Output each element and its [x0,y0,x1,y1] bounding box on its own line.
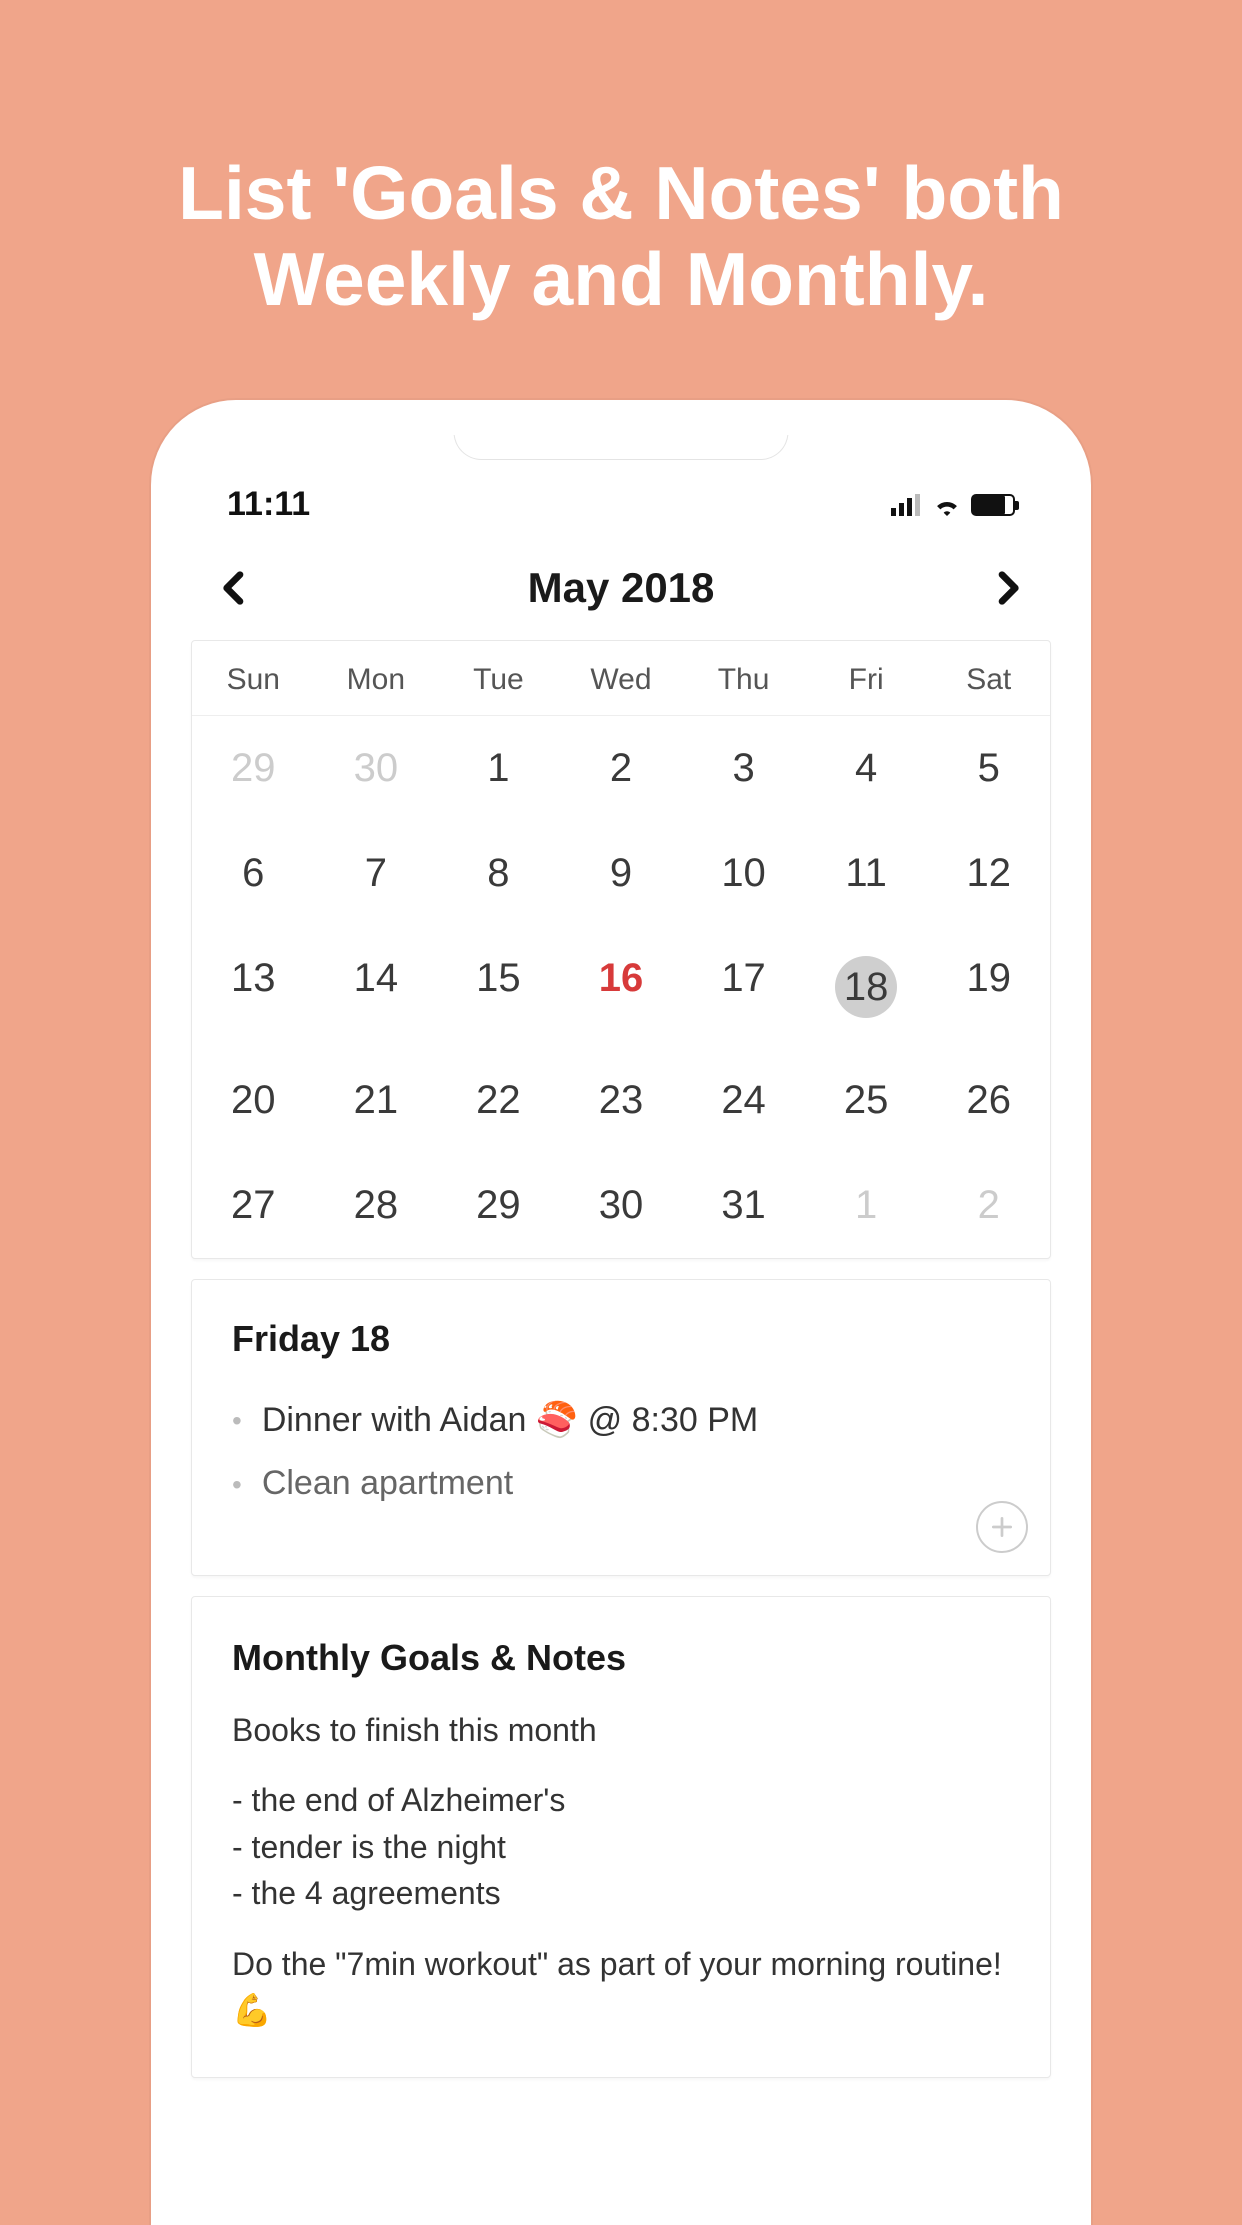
calendar-day[interactable]: 26 [927,1048,1050,1153]
calendar-day[interactable]: 29 [192,716,315,821]
calendar-day[interactable]: 7 [315,821,438,926]
weekday-header: SunMonTueWedThuFriSat [192,641,1050,716]
bullet-icon: • [232,1469,242,1501]
calendar-day[interactable]: 3 [682,716,805,821]
calendar-day[interactable]: 27 [192,1153,315,1258]
calendar-day[interactable]: 23 [560,1048,683,1153]
calendar-day[interactable]: 14 [315,926,438,1048]
calendar-day[interactable]: 24 [682,1048,805,1153]
notch [454,435,789,460]
event-text: Dinner with Aidan 🍣 @ 8:30 PM [262,1400,758,1440]
weekday-label: Tue [437,663,560,697]
prev-month-button[interactable] [215,568,255,608]
monthly-notes-body[interactable]: Books to finish this month - the end of … [232,1707,1010,2033]
selected-day-title: Friday 18 [232,1318,1010,1360]
day-events-card: Friday 18 • Dinner with Aidan 🍣 @ 8:30 PM… [191,1279,1051,1576]
calendar-day[interactable]: 12 [927,821,1050,926]
calendar-day[interactable]: 6 [192,821,315,926]
promo-headline: List 'Goals & Notes' both Weekly and Mon… [0,0,1242,323]
calendar-day[interactable]: 25 [805,1048,928,1153]
calendar-day[interactable]: 16 [560,926,683,1048]
calendar-day[interactable]: 13 [192,926,315,1048]
weekday-label: Mon [315,663,438,697]
weekday-label: Sun [192,663,315,697]
calendar-day[interactable]: 30 [315,716,438,821]
calendar-day[interactable]: 20 [192,1048,315,1153]
calendar-day[interactable]: 11 [805,821,928,926]
calendar-day[interactable]: 22 [437,1048,560,1153]
calendar-day[interactable]: 1 [805,1153,928,1258]
weekday-label: Thu [682,663,805,697]
event-text: Clean apartment [262,1464,513,1503]
calendar-day[interactable]: 10 [682,821,805,926]
battery-icon [971,494,1015,516]
calendar-day[interactable]: 18 [805,926,928,1048]
calendar-day[interactable]: 9 [560,821,683,926]
weekday-label: Wed [560,663,683,697]
calendar-card: SunMonTueWedThuFriSat 293012345678910111… [191,640,1051,1259]
calendar-day[interactable]: 2 [927,1153,1050,1258]
calendar-grid: 2930123456789101112131415161718192021222… [192,716,1050,1258]
month-title: May 2018 [528,564,715,612]
weekday-label: Fri [805,663,928,697]
calendar-day[interactable]: 19 [927,926,1050,1048]
calendar-day[interactable]: 29 [437,1153,560,1258]
calendar-day[interactable]: 8 [437,821,560,926]
event-item[interactable]: • Clean apartment [232,1452,1010,1515]
cellular-icon [891,494,923,516]
calendar-day[interactable]: 2 [560,716,683,821]
event-item[interactable]: • Dinner with Aidan 🍣 @ 8:30 PM [232,1388,1010,1452]
calendar-day[interactable]: 30 [560,1153,683,1258]
calendar-day[interactable]: 5 [927,716,1050,821]
wifi-icon [933,494,961,516]
calendar-day[interactable]: 28 [315,1153,438,1258]
monthly-notes-card: Monthly Goals & Notes Books to finish th… [191,1596,1051,2078]
status-bar: 11:11 [179,485,1063,532]
status-time: 11:11 [227,485,310,524]
calendar-day[interactable]: 1 [437,716,560,821]
next-month-button[interactable] [987,568,1027,608]
screen: 11:11 May 2018 SunMonTueWedThuFriSat 293… [179,435,1063,2225]
monthly-notes-title: Monthly Goals & Notes [232,1637,1010,1679]
weekday-label: Sat [927,663,1050,697]
add-event-button[interactable] [976,1501,1028,1553]
plus-icon [989,1514,1015,1540]
calendar-day[interactable]: 21 [315,1048,438,1153]
bullet-icon: • [232,1405,242,1437]
phone-frame: 11:11 May 2018 SunMonTueWedThuFriSat 293… [151,400,1091,2225]
calendar-day[interactable]: 15 [437,926,560,1048]
calendar-day[interactable]: 31 [682,1153,805,1258]
calendar-day[interactable]: 4 [805,716,928,821]
calendar-day[interactable]: 17 [682,926,805,1048]
